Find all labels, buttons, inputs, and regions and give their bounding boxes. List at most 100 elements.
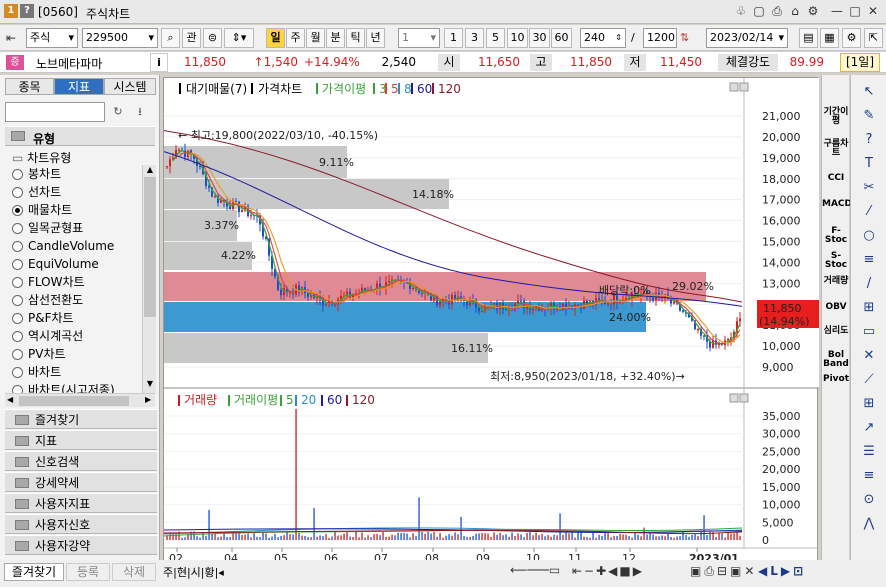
date-picker[interactable]: 2023/02/14 ▾	[706, 28, 788, 48]
drawing-tool-icon[interactable]: ⋀	[859, 515, 879, 533]
radio-icon[interactable]	[12, 295, 23, 306]
chart-type-item[interactable]: 바차트	[28, 363, 61, 381]
radio-icon[interactable]	[12, 349, 23, 360]
export-icon[interactable]: ⇱	[864, 28, 883, 48]
view-icons[interactable]: ▣⎙⊟▣✕	[690, 564, 757, 579]
refresh-icon[interactable]: ↻	[109, 103, 127, 121]
indicator-shortcut[interactable]: 구름차트	[822, 140, 850, 158]
back-forward-icon[interactable]: ⇤	[6, 31, 16, 45]
h-scroll-thumb[interactable]	[19, 396, 129, 406]
stock-code-input[interactable]: 229500 ▾	[82, 28, 158, 48]
radio-icon[interactable]	[12, 313, 23, 324]
chart-type-item[interactable]: EquiVolume	[28, 255, 99, 273]
drawing-tool-icon[interactable]: ≡	[859, 251, 879, 269]
interval-60-button[interactable]: 60	[551, 28, 572, 48]
scroll-down-icon[interactable]: ▼	[144, 379, 156, 391]
settings-icon[interactable]: ⚙	[842, 28, 861, 48]
drawing-tool-icon[interactable]: ⁄	[859, 203, 879, 221]
period-year-button[interactable]: 년	[366, 28, 385, 48]
period-tick-button[interactable]: 틱	[346, 28, 365, 48]
chart-type-item[interactable]: 바차트(시고저종)	[28, 381, 115, 393]
indicator-shortcut[interactable]: S-Stoc	[822, 252, 850, 270]
indicator-shortcut[interactable]: 심리도	[822, 327, 850, 336]
interval-1-button[interactable]: 1	[444, 28, 463, 48]
tab-favorites[interactable]: 즐겨찾기	[4, 563, 64, 581]
radio-icon[interactable]	[12, 331, 23, 342]
drawing-tool-icon[interactable]: ↗	[859, 419, 879, 437]
market-select[interactable]: 주식 ▾	[26, 28, 78, 48]
chart-type-item[interactable]: 매물차트	[28, 201, 72, 219]
folder-item[interactable]: 강세약세	[5, 472, 157, 492]
indicator-shortcut[interactable]: 기간이평	[822, 108, 850, 126]
drawing-tool-icon[interactable]: ☰	[859, 443, 879, 461]
folder-item[interactable]: 지표	[5, 430, 157, 450]
interval-5-button[interactable]: 5	[486, 28, 505, 48]
indicator-shortcut[interactable]: F-Stoc	[822, 227, 850, 245]
drawing-tool-icon[interactable]: ⊙	[859, 491, 879, 509]
radio-icon[interactable]	[12, 367, 23, 378]
interval-select[interactable]: 1 ▾	[398, 28, 440, 48]
help-icon[interactable]: ?	[20, 4, 34, 18]
interval-30-button[interactable]: 30	[529, 28, 550, 48]
count-input[interactable]: 240 ⇕	[580, 28, 626, 48]
drawing-tool-icon[interactable]: ↖	[859, 83, 879, 101]
scrollbar[interactable]: ▲ ▼	[142, 165, 156, 393]
nav-icons[interactable]: ⇤−✚◀■▶	[572, 564, 644, 578]
drawing-tool-icon[interactable]: ✕	[859, 347, 879, 365]
drawing-tool-icon[interactable]: ⊞	[859, 395, 879, 413]
scroll-up-icon[interactable]: ▲	[144, 165, 156, 177]
chart-nav-tabs[interactable]: 주|현|시|황|◂	[163, 564, 224, 580]
radio-icon[interactable]	[12, 259, 23, 270]
radio-icon[interactable]	[12, 205, 23, 216]
radio-icon[interactable]	[12, 169, 23, 180]
zoom-slider[interactable]: ⟵───▭	[510, 563, 570, 581]
h-scrollbar[interactable]: ◀ ▶	[5, 393, 155, 407]
radio-icon[interactable]	[12, 187, 23, 198]
scroll-right-icon[interactable]: ▶	[145, 395, 151, 404]
scroll-icons[interactable]: ◀L▶⊡	[758, 564, 806, 578]
period-day-button[interactable]: 일	[266, 28, 285, 48]
indicator-shortcut[interactable]: OBV	[822, 303, 850, 312]
radio-icon[interactable]	[12, 241, 23, 252]
download-icon[interactable]: ⭳	[131, 103, 149, 121]
drawing-tool-icon[interactable]: ○	[859, 227, 879, 245]
period-tag[interactable]: [1일]	[840, 53, 880, 72]
radio-icon[interactable]	[12, 223, 23, 234]
indicator-shortcut[interactable]: Bol Band	[822, 351, 850, 369]
delete-button[interactable]: 삭제	[112, 563, 156, 581]
period-week-button[interactable]: 주	[286, 28, 305, 48]
indicator-shortcut[interactable]: Pivot	[822, 375, 850, 384]
print-icon[interactable]: ⎙	[769, 3, 785, 19]
folder-item[interactable]: 즐겨찾기	[5, 409, 157, 429]
chart-area[interactable]: 21,000 20,000 19,000 18,000 17,000 16,000 15,0…	[163, 77, 819, 581]
indicator-search-input[interactable]	[5, 102, 105, 122]
folder-item[interactable]: 사용자신호	[5, 514, 157, 534]
folder-item[interactable]: 사용자지표	[5, 493, 157, 513]
refresh-icon[interactable]: ⊜	[203, 28, 222, 48]
related-button[interactable]: 관	[182, 28, 201, 48]
section-type[interactable]: 유형	[5, 126, 155, 146]
chart-type-item[interactable]: 선차트	[28, 183, 61, 201]
chart-type-item[interactable]: PV차트	[28, 345, 66, 363]
drawing-tool-icon[interactable]: ✎	[859, 107, 879, 125]
drawing-tool-icon[interactable]: /	[859, 275, 879, 293]
drawing-tool-icon[interactable]: ≡	[859, 467, 879, 485]
scroll-left-icon[interactable]: ◀	[7, 395, 13, 404]
total-input[interactable]: 1200	[643, 28, 677, 48]
interval-10-button[interactable]: 10	[507, 28, 528, 48]
radio-icon[interactable]	[12, 385, 23, 393]
chart-canvas[interactable]: 21,000 20,000 19,000 18,000 17,000 16,000 15,0…	[163, 78, 819, 581]
drawing-tool-icon[interactable]: ?	[859, 131, 879, 149]
chart-type-item[interactable]: 봉차트	[28, 165, 61, 183]
folder-item[interactable]: 신호검색	[5, 451, 157, 471]
info-button[interactable]: i	[150, 53, 168, 72]
indicator-shortcut[interactable]: MACD	[822, 200, 852, 209]
tab-indicators[interactable]: 지표	[54, 78, 104, 95]
table-icon[interactable]: ▦	[820, 28, 839, 48]
chart-type-item[interactable]: 삼선전환도	[28, 291, 83, 309]
close-icon[interactable]: ✕	[865, 3, 881, 19]
search-icon[interactable]: ⌕	[161, 28, 180, 48]
register-button[interactable]: 등록	[66, 563, 110, 581]
folder-item[interactable]: 사용자강약	[5, 535, 157, 555]
scroll-thumb[interactable]	[144, 177, 156, 317]
